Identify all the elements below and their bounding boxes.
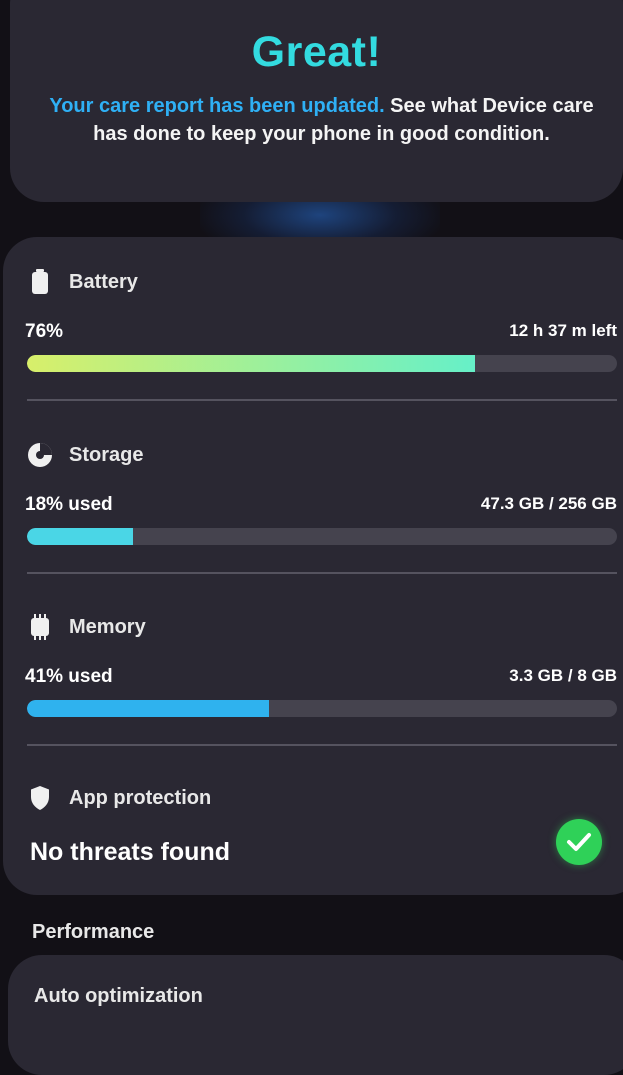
storage-title: Storage: [69, 443, 144, 466]
app-protection-title: App protection: [69, 786, 212, 809]
divider: [27, 399, 617, 401]
memory-title: Memory: [69, 615, 146, 638]
storage-capacity: 47.3 GB / 256 GB: [480, 494, 617, 513]
device-status-card: Battery 76% 12 h 37 m left Storage 18% u…: [3, 237, 623, 895]
memory-used: 41% used: [25, 666, 113, 687]
header-description-highlight: Your care report has been updated.: [49, 95, 385, 117]
battery-title: Battery: [69, 270, 138, 293]
divider: [27, 744, 617, 746]
storage-bar-fill: [27, 528, 134, 545]
battery-bar-fill: [27, 355, 476, 372]
memory-capacity: 3.3 GB / 8 GB: [509, 666, 617, 685]
storage-pie-icon: [25, 440, 55, 470]
check-circle-icon: [556, 819, 602, 865]
divider: [27, 572, 617, 574]
auto-optimization-label: Auto optimization: [34, 985, 203, 1007]
memory-bar: [27, 700, 617, 717]
performance-label: Performance: [32, 921, 155, 943]
shield-icon: [25, 783, 55, 813]
battery-icon: [25, 267, 55, 297]
battery-percent: 76%: [25, 321, 64, 342]
storage-used: 18% used: [25, 494, 113, 515]
memory-chip-icon: [25, 612, 55, 642]
header-description: Your care report has been updated. See w…: [34, 92, 609, 148]
memory-bar-fill: [27, 700, 269, 717]
header-title: Great!: [251, 28, 382, 76]
care-report-card: Great! Your care report has been updated…: [10, 0, 623, 202]
battery-time-left: 12 h 37 m left: [509, 321, 617, 340]
storage-bar: [27, 528, 617, 545]
auto-optimization-card[interactable]: Auto optimization: [8, 955, 623, 1075]
battery-bar: [27, 355, 617, 372]
app-protection-status: No threats found: [30, 838, 230, 866]
